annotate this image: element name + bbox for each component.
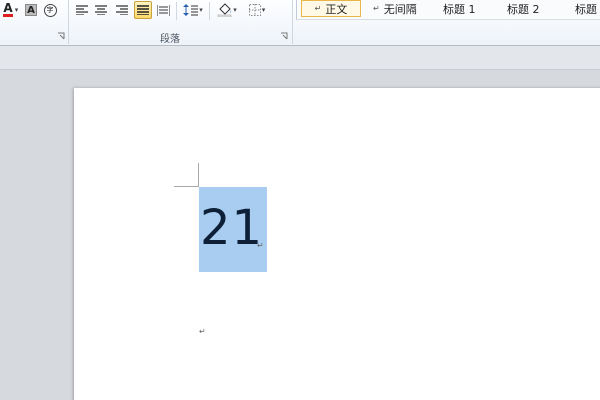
separator [176, 2, 177, 20]
empty-paragraph-mark: ↵ [199, 327, 206, 336]
shading-bucket-icon [217, 3, 232, 17]
distributed-button[interactable] [155, 1, 171, 19]
styles-gallery: ↵ 正文 ↵ 无间隔 标题 1 标题 2 标题 [296, 0, 600, 20]
enclose-characters-icon: 字 [43, 3, 57, 17]
separator [209, 2, 210, 20]
font-color-dropdown[interactable]: ▾ [12, 1, 20, 19]
chevron-down-icon: ▾ [14, 6, 19, 14]
shading-button[interactable]: ▾ [214, 1, 240, 19]
line-spacing-button[interactable]: ▾ [181, 1, 205, 19]
enclose-characters-button[interactable]: 字 [42, 1, 58, 19]
chevron-down-icon: ▾ [261, 6, 266, 14]
crop-mark-horizontal [174, 186, 198, 187]
launcher-icon [281, 32, 288, 40]
crop-mark-vertical [198, 163, 199, 187]
borders-button[interactable]: ▾ [244, 1, 270, 19]
launcher-icon [58, 32, 65, 40]
style-label: 标题 1 [443, 2, 476, 16]
style-normal[interactable]: ↵ 正文 [301, 0, 361, 17]
align-left-icon [76, 5, 88, 15]
group-separator [292, 0, 293, 44]
paragraph-dialog-launcher[interactable] [280, 32, 288, 40]
chevron-down-icon: ▾ [233, 6, 237, 14]
style-label: 无间隔 [383, 2, 417, 16]
paragraph-mark-icon: ↵ [314, 4, 322, 13]
paragraph-mark-icon: ↵ [373, 4, 380, 13]
justify-button[interactable] [134, 1, 152, 19]
chevron-down-icon: ▾ [199, 6, 203, 14]
align-center-button[interactable] [93, 1, 109, 19]
ribbon: A ▾ A 字 ▾ ▾ ▾ 段落 ↵ 正文 ↵ 无间隔 标题 1 标题 2 标题 [0, 0, 600, 46]
selected-text[interactable]: 21 [200, 198, 263, 258]
line-spacing-icon [183, 4, 199, 16]
style-heading-2[interactable]: 标题 2 [507, 0, 563, 17]
paragraph-mark: ↵ [257, 241, 264, 250]
align-left-button[interactable] [74, 1, 90, 19]
style-label: 标题 [575, 2, 597, 16]
paragraph-group-label: 段落 [160, 34, 180, 45]
font-dialog-launcher[interactable] [57, 32, 65, 40]
character-shading-button[interactable]: A [24, 1, 38, 19]
style-label: 正文 [325, 2, 348, 16]
align-right-button[interactable] [114, 1, 130, 19]
distributed-icon [156, 4, 170, 16]
style-title[interactable]: 标题 [575, 0, 600, 17]
style-heading-1[interactable]: 标题 1 [443, 0, 499, 17]
ruler-band [0, 46, 600, 70]
align-right-icon [116, 5, 128, 15]
document-page[interactable] [74, 88, 600, 400]
character-shading-letter: A [25, 4, 37, 16]
justify-icon [137, 5, 149, 15]
align-center-icon [95, 5, 107, 15]
style-label: 标题 2 [507, 2, 540, 16]
borders-icon [248, 4, 261, 16]
style-no-spacing[interactable]: ↵ 无间隔 [373, 0, 433, 17]
group-separator [68, 0, 69, 44]
